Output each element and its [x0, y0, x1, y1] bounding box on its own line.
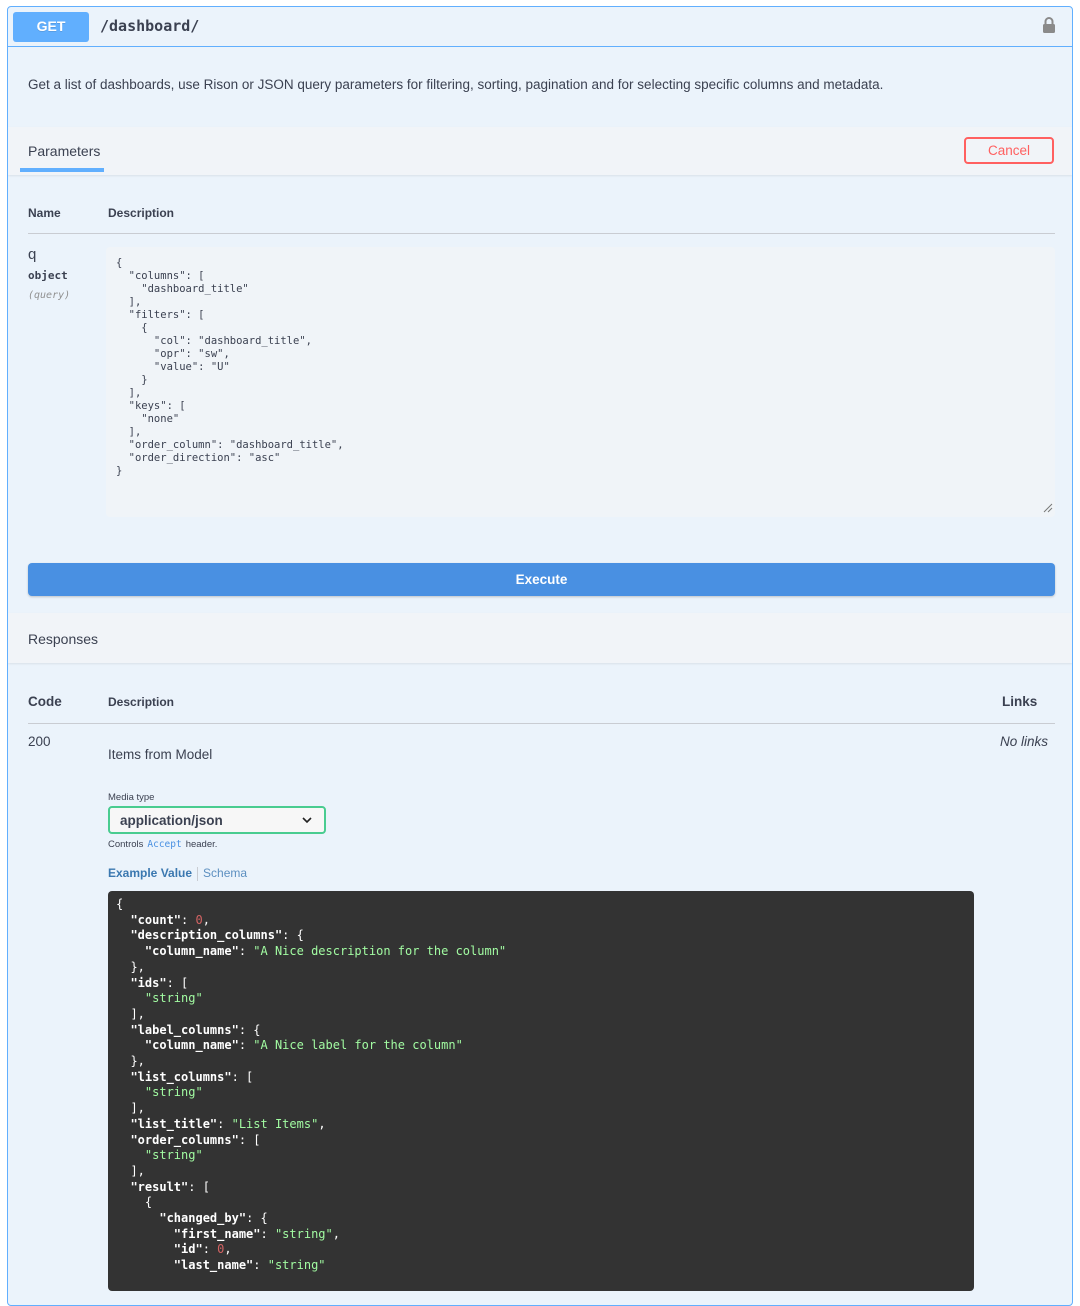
accept-header-code: Accept [147, 839, 182, 850]
responses-title: Responses [28, 631, 99, 647]
param-type: object [28, 269, 68, 282]
param-col-name: Name [28, 206, 61, 220]
tab-separator [197, 866, 199, 881]
method-badge: GET [13, 12, 89, 42]
operation-summary[interactable]: GET /dashboard/ [8, 7, 1072, 47]
response-description: Items from Model [108, 747, 213, 762]
tab-example-value[interactable]: Example Value [108, 866, 192, 880]
query-param-textarea[interactable]: { "columns": [ "dashboard_title" ], "fil… [106, 247, 1055, 517]
tab-active-indicator [20, 168, 104, 172]
controls-note: Controls Accept header. [108, 839, 218, 850]
operation-description: Get a list of dashboards, use Rison or J… [28, 77, 884, 92]
chevron-down-icon [302, 817, 312, 824]
param-location: (query) [28, 290, 71, 301]
response-col-code: Code [28, 694, 62, 709]
response-links: No links [999, 734, 1048, 749]
operation-path: /dashboard/ [100, 17, 200, 35]
responses-header [8, 613, 1072, 663]
response-code: 200 [28, 734, 51, 749]
media-type-value: application/json [120, 813, 223, 828]
operation-block: GET /dashboard/ Get a list of dashboards… [7, 6, 1073, 1306]
tab-schema[interactable]: Schema [203, 866, 247, 880]
param-header-divider [28, 233, 1055, 234]
response-col-links: Links [1002, 694, 1038, 709]
parameters-header [8, 127, 1072, 175]
response-col-description: Description [108, 695, 175, 709]
resize-grip-icon[interactable] [1043, 503, 1053, 513]
lock-icon[interactable] [1042, 16, 1056, 34]
media-type-select[interactable]: application/json [108, 806, 326, 834]
response-header-divider [28, 723, 1055, 724]
execute-button[interactable]: Execute [28, 563, 1055, 596]
cancel-button[interactable]: Cancel [964, 137, 1054, 164]
media-type-label: Media type [108, 792, 155, 803]
param-col-description: Description [108, 206, 175, 220]
tab-parameters[interactable]: Parameters [28, 143, 100, 159]
example-tabs: Example Value Schema [108, 866, 247, 881]
example-value-code[interactable]: { "count": 0, "description_columns": { "… [108, 891, 974, 1291]
param-name: q [28, 246, 37, 263]
